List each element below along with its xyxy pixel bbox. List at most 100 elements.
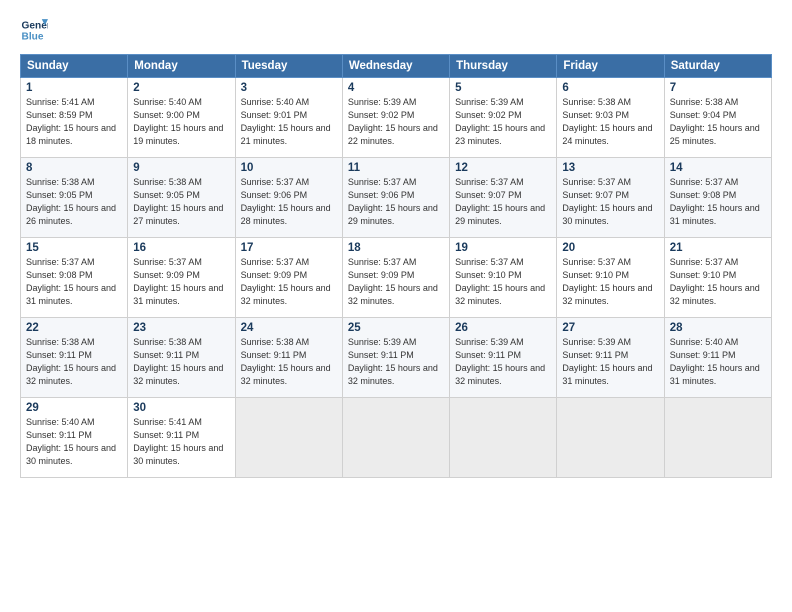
calendar-day-cell: 2 Sunrise: 5:40 AMSunset: 9:00 PMDayligh… [128, 78, 235, 158]
day-info: Sunrise: 5:39 AMSunset: 9:11 PMDaylight:… [455, 337, 545, 386]
day-number: 21 [670, 242, 766, 254]
day-number: 15 [26, 242, 122, 254]
day-number: 20 [562, 242, 658, 254]
calendar-day-cell: 17 Sunrise: 5:37 AMSunset: 9:09 PMDaylig… [235, 238, 342, 318]
calendar-day-cell: 14 Sunrise: 5:37 AMSunset: 9:08 PMDaylig… [664, 158, 771, 238]
weekday-header: Saturday [664, 55, 771, 78]
calendar-day-cell: 30 Sunrise: 5:41 AMSunset: 9:11 PMDaylig… [128, 398, 235, 478]
calendar-day-cell [557, 398, 664, 478]
day-number: 16 [133, 242, 229, 254]
day-info: Sunrise: 5:37 AMSunset: 9:09 PMDaylight:… [241, 257, 331, 306]
day-number: 11 [348, 162, 444, 174]
weekday-header: Wednesday [342, 55, 449, 78]
day-info: Sunrise: 5:38 AMSunset: 9:04 PMDaylight:… [670, 97, 760, 146]
day-info: Sunrise: 5:38 AMSunset: 9:11 PMDaylight:… [26, 337, 116, 386]
day-number: 25 [348, 322, 444, 334]
calendar-day-cell: 3 Sunrise: 5:40 AMSunset: 9:01 PMDayligh… [235, 78, 342, 158]
calendar-week-row: 1 Sunrise: 5:41 AMSunset: 8:59 PMDayligh… [21, 78, 772, 158]
day-info: Sunrise: 5:40 AMSunset: 9:11 PMDaylight:… [26, 417, 116, 466]
calendar-day-cell: 27 Sunrise: 5:39 AMSunset: 9:11 PMDaylig… [557, 318, 664, 398]
day-number: 26 [455, 322, 551, 334]
weekday-header: Thursday [450, 55, 557, 78]
day-info: Sunrise: 5:37 AMSunset: 9:10 PMDaylight:… [670, 257, 760, 306]
day-info: Sunrise: 5:40 AMSunset: 9:00 PMDaylight:… [133, 97, 223, 146]
day-info: Sunrise: 5:37 AMSunset: 9:08 PMDaylight:… [26, 257, 116, 306]
calendar-day-cell: 12 Sunrise: 5:37 AMSunset: 9:07 PMDaylig… [450, 158, 557, 238]
day-number: 24 [241, 322, 337, 334]
day-number: 29 [26, 402, 122, 414]
calendar-day-cell: 23 Sunrise: 5:38 AMSunset: 9:11 PMDaylig… [128, 318, 235, 398]
day-number: 18 [348, 242, 444, 254]
header: General Blue [20, 16, 772, 44]
calendar-day-cell [342, 398, 449, 478]
day-info: Sunrise: 5:37 AMSunset: 9:07 PMDaylight:… [562, 177, 652, 226]
day-number: 2 [133, 82, 229, 94]
day-info: Sunrise: 5:41 AMSunset: 8:59 PMDaylight:… [26, 97, 116, 146]
calendar-week-row: 8 Sunrise: 5:38 AMSunset: 9:05 PMDayligh… [21, 158, 772, 238]
calendar-day-cell: 18 Sunrise: 5:37 AMSunset: 9:09 PMDaylig… [342, 238, 449, 318]
day-info: Sunrise: 5:38 AMSunset: 9:05 PMDaylight:… [133, 177, 223, 226]
day-number: 3 [241, 82, 337, 94]
svg-text:Blue: Blue [22, 31, 44, 42]
day-number: 8 [26, 162, 122, 174]
day-info: Sunrise: 5:38 AMSunset: 9:05 PMDaylight:… [26, 177, 116, 226]
calendar-day-cell: 29 Sunrise: 5:40 AMSunset: 9:11 PMDaylig… [21, 398, 128, 478]
day-info: Sunrise: 5:37 AMSunset: 9:06 PMDaylight:… [241, 177, 331, 226]
day-info: Sunrise: 5:37 AMSunset: 9:06 PMDaylight:… [348, 177, 438, 226]
weekday-header: Friday [557, 55, 664, 78]
calendar-week-row: 15 Sunrise: 5:37 AMSunset: 9:08 PMDaylig… [21, 238, 772, 318]
calendar-day-cell [664, 398, 771, 478]
calendar-week-row: 22 Sunrise: 5:38 AMSunset: 9:11 PMDaylig… [21, 318, 772, 398]
calendar-day-cell: 22 Sunrise: 5:38 AMSunset: 9:11 PMDaylig… [21, 318, 128, 398]
day-number: 7 [670, 82, 766, 94]
calendar-day-cell: 13 Sunrise: 5:37 AMSunset: 9:07 PMDaylig… [557, 158, 664, 238]
weekday-header: Tuesday [235, 55, 342, 78]
calendar-day-cell: 25 Sunrise: 5:39 AMSunset: 9:11 PMDaylig… [342, 318, 449, 398]
calendar-day-cell: 20 Sunrise: 5:37 AMSunset: 9:10 PMDaylig… [557, 238, 664, 318]
day-info: Sunrise: 5:37 AMSunset: 9:10 PMDaylight:… [562, 257, 652, 306]
day-info: Sunrise: 5:37 AMSunset: 9:09 PMDaylight:… [348, 257, 438, 306]
weekday-header: Sunday [21, 55, 128, 78]
day-number: 14 [670, 162, 766, 174]
day-number: 10 [241, 162, 337, 174]
day-info: Sunrise: 5:37 AMSunset: 9:09 PMDaylight:… [133, 257, 223, 306]
day-number: 5 [455, 82, 551, 94]
day-info: Sunrise: 5:38 AMSunset: 9:11 PMDaylight:… [241, 337, 331, 386]
calendar-day-cell: 28 Sunrise: 5:40 AMSunset: 9:11 PMDaylig… [664, 318, 771, 398]
day-info: Sunrise: 5:39 AMSunset: 9:11 PMDaylight:… [562, 337, 652, 386]
day-info: Sunrise: 5:37 AMSunset: 9:08 PMDaylight:… [670, 177, 760, 226]
day-number: 1 [26, 82, 122, 94]
day-number: 27 [562, 322, 658, 334]
day-info: Sunrise: 5:37 AMSunset: 9:10 PMDaylight:… [455, 257, 545, 306]
day-info: Sunrise: 5:41 AMSunset: 9:11 PMDaylight:… [133, 417, 223, 466]
calendar-day-cell: 1 Sunrise: 5:41 AMSunset: 8:59 PMDayligh… [21, 78, 128, 158]
logo: General Blue [20, 16, 48, 44]
day-number: 13 [562, 162, 658, 174]
page: General Blue SundayMondayTuesdayWednesda… [0, 0, 792, 612]
calendar-day-cell [235, 398, 342, 478]
day-number: 4 [348, 82, 444, 94]
calendar-day-cell [450, 398, 557, 478]
calendar-day-cell: 11 Sunrise: 5:37 AMSunset: 9:06 PMDaylig… [342, 158, 449, 238]
calendar-day-cell: 21 Sunrise: 5:37 AMSunset: 9:10 PMDaylig… [664, 238, 771, 318]
day-info: Sunrise: 5:37 AMSunset: 9:07 PMDaylight:… [455, 177, 545, 226]
calendar-day-cell: 10 Sunrise: 5:37 AMSunset: 9:06 PMDaylig… [235, 158, 342, 238]
calendar-day-cell: 7 Sunrise: 5:38 AMSunset: 9:04 PMDayligh… [664, 78, 771, 158]
day-number: 30 [133, 402, 229, 414]
weekday-header: Monday [128, 55, 235, 78]
day-number: 28 [670, 322, 766, 334]
day-number: 19 [455, 242, 551, 254]
calendar-day-cell: 15 Sunrise: 5:37 AMSunset: 9:08 PMDaylig… [21, 238, 128, 318]
day-number: 6 [562, 82, 658, 94]
day-number: 12 [455, 162, 551, 174]
calendar-day-cell: 9 Sunrise: 5:38 AMSunset: 9:05 PMDayligh… [128, 158, 235, 238]
day-info: Sunrise: 5:40 AMSunset: 9:01 PMDaylight:… [241, 97, 331, 146]
calendar-table: SundayMondayTuesdayWednesdayThursdayFrid… [20, 54, 772, 478]
calendar-header-row: SundayMondayTuesdayWednesdayThursdayFrid… [21, 55, 772, 78]
day-info: Sunrise: 5:39 AMSunset: 9:02 PMDaylight:… [455, 97, 545, 146]
calendar-day-cell: 8 Sunrise: 5:38 AMSunset: 9:05 PMDayligh… [21, 158, 128, 238]
calendar-day-cell: 19 Sunrise: 5:37 AMSunset: 9:10 PMDaylig… [450, 238, 557, 318]
day-info: Sunrise: 5:39 AMSunset: 9:02 PMDaylight:… [348, 97, 438, 146]
calendar-day-cell: 24 Sunrise: 5:38 AMSunset: 9:11 PMDaylig… [235, 318, 342, 398]
logo-icon: General Blue [20, 16, 48, 44]
